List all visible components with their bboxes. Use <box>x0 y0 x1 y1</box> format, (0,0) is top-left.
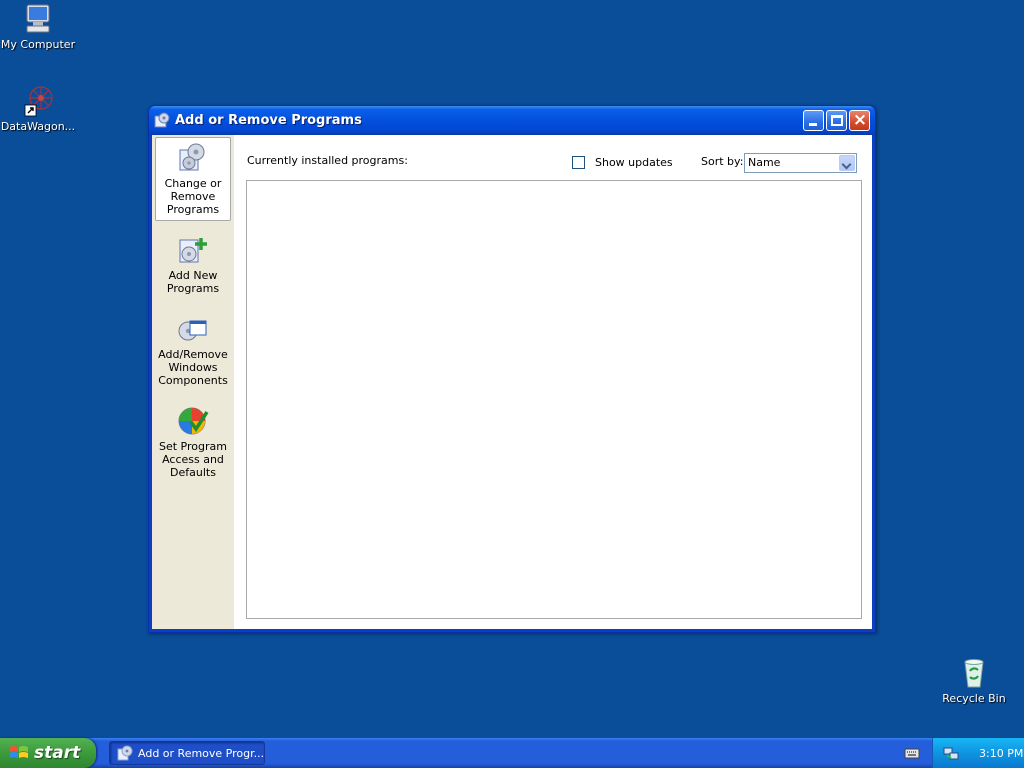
window-titlebar[interactable]: Add or Remove Programs × <box>149 106 875 135</box>
sort-by-select[interactable]: Name <box>744 153 857 173</box>
sidebar-item-label: Change or Remove Programs <box>164 177 222 216</box>
minimize-button[interactable] <box>803 110 824 131</box>
desktop-icon-datawagon[interactable]: DataWagon... <box>0 84 76 133</box>
sidebar-item-label: Add/Remove Windows Components <box>158 348 228 387</box>
close-icon: × <box>852 110 868 130</box>
maximize-button[interactable] <box>826 110 847 131</box>
chevron-down-icon[interactable] <box>839 155 855 171</box>
taskbar: start Add or Remove Progr... 3:10 PM <box>0 738 1024 768</box>
add-remove-programs-app-icon <box>154 112 171 129</box>
datawagon-shortcut-icon <box>21 84 55 118</box>
show-updates-label: Show updates <box>595 156 673 169</box>
add-remove-programs-app-icon <box>117 745 133 761</box>
program-access-defaults-icon <box>177 405 209 437</box>
my-computer-icon <box>21 2 55 36</box>
clock[interactable]: 3:10 PM <box>979 747 1023 760</box>
show-updates-checkbox[interactable]: Show updates <box>572 156 673 169</box>
keyboard-icon[interactable] <box>904 746 920 760</box>
installed-programs-list[interactable] <box>246 180 862 619</box>
main-panel: Currently installed programs: Show updat… <box>234 135 872 629</box>
sort-by-label: Sort by: <box>701 155 744 168</box>
windows-components-icon <box>177 313 209 345</box>
desktop-icon-label: My Computer <box>0 38 76 51</box>
recycle-bin-icon <box>957 656 991 690</box>
desktop-icon-recycle-bin[interactable]: Recycle Bin <box>936 656 1012 705</box>
sidebar-item-change-remove-programs[interactable]: Change or Remove Programs <box>155 137 231 221</box>
sort-by-value: Name <box>748 156 781 169</box>
sidebar-item-label: Add New Programs <box>166 269 220 295</box>
add-remove-programs-window: Add or Remove Programs × Change or Remov… <box>148 105 876 633</box>
windows-flag-icon <box>9 744 29 762</box>
taskbar-button-label: Add or Remove Progr... <box>138 746 265 760</box>
sidebar: Change or Remove Programs Add New Progra… <box>152 135 234 629</box>
sidebar-item-label: Set Program Access and Defaults <box>159 440 227 479</box>
minimize-icon <box>809 123 817 126</box>
desktop-icon-my-computer[interactable]: My Computer <box>0 2 76 51</box>
checkbox-box[interactable] <box>572 156 585 169</box>
add-new-programs-icon <box>177 234 209 266</box>
sidebar-item-windows-components[interactable]: Add/Remove Windows Components <box>155 308 231 392</box>
window-client-area: Change or Remove Programs Add New Progra… <box>152 135 872 629</box>
maximize-icon <box>831 115 843 126</box>
sidebar-item-program-access-defaults[interactable]: Set Program Access and Defaults <box>155 400 231 484</box>
window-title: Add or Remove Programs <box>175 113 362 128</box>
taskbar-button-add-remove-programs[interactable]: Add or Remove Progr... <box>109 741 265 765</box>
system-tray: 3:10 PM <box>932 738 1024 768</box>
network-icon[interactable] <box>943 745 959 761</box>
installed-programs-label: Currently installed programs: <box>247 154 408 167</box>
desktop-icon-label: DataWagon... <box>0 120 76 133</box>
change-remove-programs-icon <box>177 142 209 174</box>
desktop-icon-label: Recycle Bin <box>942 692 1006 705</box>
start-label: start <box>34 743 81 763</box>
sidebar-item-add-new-programs[interactable]: Add New Programs <box>155 229 231 300</box>
close-button[interactable]: × <box>849 110 870 131</box>
start-button[interactable]: start <box>0 738 96 768</box>
